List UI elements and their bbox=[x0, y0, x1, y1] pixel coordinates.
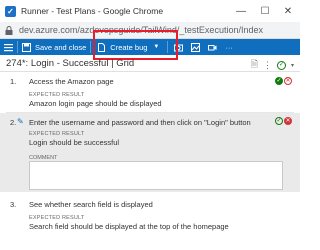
create-bug-button[interactable]: Create bug ▼ bbox=[91, 39, 163, 55]
save-and-close-label: Save and close bbox=[35, 42, 87, 52]
capture-user-actions-button[interactable] bbox=[187, 39, 204, 55]
expected-result-label: EXPECTED RESULT bbox=[29, 92, 85, 98]
more-options-button[interactable]: ··· bbox=[221, 39, 237, 55]
toolbar-menu-button[interactable] bbox=[0, 39, 17, 55]
step-action: Access the Amazon page bbox=[29, 77, 114, 86]
test-case-title: 274*: Login - Successful | Grid bbox=[6, 57, 135, 69]
video-camera-icon bbox=[208, 44, 217, 50]
save-and-close-button[interactable]: Save and close bbox=[18, 39, 90, 55]
step-status-buttons: ✓ ✕ bbox=[275, 77, 292, 85]
step-number: 1. bbox=[10, 77, 17, 86]
step-status-buttons: ✓ ✕ bbox=[275, 117, 292, 125]
test-runner-app-icon: ✓ bbox=[5, 5, 16, 17]
expected-result-text: Search field should be displayed at the … bbox=[29, 222, 229, 231]
step-action: See whether search field is displayed bbox=[29, 200, 153, 209]
ellipsis-icon: ··· bbox=[225, 42, 233, 52]
minimize-button[interactable]: — bbox=[229, 0, 253, 22]
runner-toolbar: Save and close Create bug ▼ ··· bbox=[0, 39, 300, 55]
save-icon bbox=[22, 42, 31, 52]
list-icon bbox=[4, 43, 13, 51]
image-capture-icon bbox=[191, 42, 201, 52]
fail-step-icon[interactable]: ✕ bbox=[284, 77, 292, 85]
maximize-button[interactable]: ☐ bbox=[253, 0, 277, 22]
step-action: Enter the username and password and then… bbox=[29, 118, 251, 127]
fail-step-icon[interactable]: ✕ bbox=[284, 117, 292, 125]
chevron-down-icon[interactable]: ▼ bbox=[153, 44, 159, 50]
more-icon[interactable]: ⋮ bbox=[263, 60, 272, 71]
window-title: Runner - Test Plans - Google Chrome bbox=[21, 6, 164, 16]
expected-result-label: EXPECTED RESULT bbox=[29, 215, 85, 221]
document-icon[interactable]: 🗎 bbox=[251, 57, 258, 73]
pencil-icon: ✎ bbox=[17, 117, 24, 126]
chevron-down-icon[interactable]: ▾ bbox=[291, 62, 294, 69]
comment-input[interactable] bbox=[29, 161, 283, 190]
window-title-bar: ✓ Runner - Test Plans - Google Chrome — … bbox=[0, 0, 300, 22]
expected-result-text: Login should be successful bbox=[29, 138, 120, 147]
close-window-button[interactable]: ✕ bbox=[276, 0, 300, 22]
pass-all-icon[interactable]: ✓ bbox=[276, 60, 286, 70]
create-bug-label: Create bug bbox=[110, 42, 148, 52]
test-step-2[interactable]: 2. ✎ Enter the username and password and… bbox=[0, 113, 300, 192]
test-step-3[interactable]: 3. See whether search field is displayed… bbox=[0, 192, 300, 250]
expected-result-label: EXPECTED RESULT bbox=[29, 131, 85, 137]
screenshot-button[interactable] bbox=[168, 39, 187, 55]
url-text: dev.azure.com/azdevopsguide/TailWind/_te… bbox=[19, 25, 263, 35]
camera-icon bbox=[174, 44, 184, 51]
record-screen-button[interactable] bbox=[204, 39, 221, 55]
test-step-1[interactable]: 1. Access the Amazon page EXPECTED RESUL… bbox=[0, 72, 300, 112]
lock-icon bbox=[5, 25, 13, 35]
header-actions: 🗎 ⋮ ✓ ▾ bbox=[251, 57, 294, 73]
pass-step-icon[interactable]: ✓ bbox=[275, 77, 283, 85]
step-number: 3. bbox=[10, 200, 17, 209]
expected-result-text: Amazon login page should be displayed bbox=[29, 99, 162, 108]
bug-document-icon bbox=[98, 42, 106, 52]
test-case-header: 274*: Login - Successful | Grid 🗎 ⋮ ✓ ▾ bbox=[0, 55, 300, 72]
pass-step-icon[interactable]: ✓ bbox=[275, 117, 283, 125]
step-number: 2. bbox=[10, 118, 17, 127]
address-bar[interactable]: dev.azure.com/azdevopsguide/TailWind/_te… bbox=[0, 22, 300, 39]
